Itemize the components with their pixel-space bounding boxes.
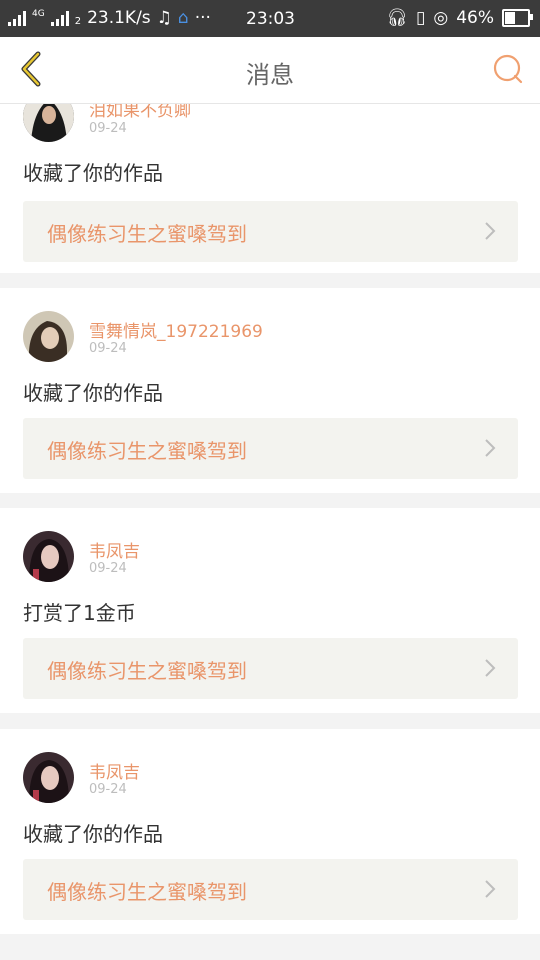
work-link[interactable]: 偶像练习生之蜜嗓驾到: [23, 418, 518, 479]
notification-action: 收藏了你的作品: [23, 381, 163, 405]
status-bar: 4G 2 23.1K/s ♫ ⌂ ··· 23:03 🎧︎ ▯ ◎ 46%: [0, 0, 540, 37]
network-speed: 23.1K/s: [87, 8, 151, 28]
notification-action: 打赏了1金币: [23, 601, 136, 625]
avatar[interactable]: [23, 311, 74, 362]
avatar[interactable]: [23, 752, 74, 803]
work-title: 偶像练习生之蜜嗓驾到: [47, 439, 247, 463]
avatar[interactable]: [23, 531, 74, 582]
chevron-right-icon: [485, 439, 496, 457]
network-type: 4G: [32, 8, 45, 19]
search-icon[interactable]: [490, 51, 526, 87]
clock: 23:03: [246, 9, 295, 29]
notification-card: 韦凤吉 09-24 收藏了你的作品 偶像练习生之蜜嗓驾到: [0, 729, 540, 934]
status-left: 4G 2 23.1K/s ♫ ⌂ ···: [8, 8, 211, 28]
battery-percent: 46%: [456, 8, 494, 28]
work-link[interactable]: 偶像练习生之蜜嗓驾到: [23, 638, 518, 699]
notification-list[interactable]: 泪如果不负卿 09-24 收藏了你的作品 偶像练习生之蜜嗓驾到 雪舞情岚_197…: [0, 104, 540, 960]
notification-date: 09-24: [89, 121, 127, 136]
notification-date: 09-24: [89, 561, 127, 576]
notification-action: 收藏了你的作品: [23, 161, 163, 185]
notification-date: 09-24: [89, 782, 127, 797]
notification-card: 韦凤吉 09-24 打赏了1金币 偶像练习生之蜜嗓驾到: [0, 508, 540, 713]
battery-icon: [502, 9, 533, 27]
work-title: 偶像练习生之蜜嗓驾到: [47, 659, 247, 683]
headset-app-icon: ⌂: [177, 8, 189, 28]
work-link[interactable]: 偶像练习生之蜜嗓驾到: [23, 859, 518, 920]
work-title: 偶像练习生之蜜嗓驾到: [47, 222, 247, 246]
chevron-right-icon: [485, 222, 496, 240]
user-name[interactable]: 韦凤吉: [89, 758, 140, 783]
phone-vibrate-icon: ▯: [416, 8, 426, 28]
music-icon: ♫: [156, 8, 172, 28]
headphone-icon: 🎧︎: [386, 8, 408, 28]
notification-card: 雪舞情岚_197221969 09-24 收藏了你的作品 偶像练习生之蜜嗓驾到: [0, 288, 540, 493]
chevron-right-icon: [485, 659, 496, 677]
sim-slot: 2: [74, 15, 82, 27]
page-title: 消息: [246, 61, 294, 89]
signal-icon: [8, 10, 26, 26]
notification-action: 收藏了你的作品: [23, 822, 163, 846]
signal-icon-2: [50, 10, 69, 26]
notification-date: 09-24: [89, 341, 127, 356]
work-title: 偶像练习生之蜜嗓驾到: [47, 880, 247, 904]
chevron-right-icon: [485, 880, 496, 898]
user-name[interactable]: 泪如果不负卿: [89, 104, 191, 121]
app-header: 消息: [0, 37, 540, 104]
location-icon: ◎: [433, 8, 449, 28]
more-dots-icon: ···: [194, 8, 211, 28]
user-name[interactable]: 雪舞情岚_197221969: [89, 317, 263, 342]
status-right: 🎧︎ ▯ ◎ 46%: [386, 8, 533, 28]
notification-card: 泪如果不负卿 09-24 收藏了你的作品 偶像练习生之蜜嗓驾到: [0, 104, 540, 273]
work-link[interactable]: 偶像练习生之蜜嗓驾到: [23, 201, 518, 262]
avatar[interactable]: [23, 104, 74, 142]
user-name[interactable]: 韦凤吉: [89, 537, 140, 562]
